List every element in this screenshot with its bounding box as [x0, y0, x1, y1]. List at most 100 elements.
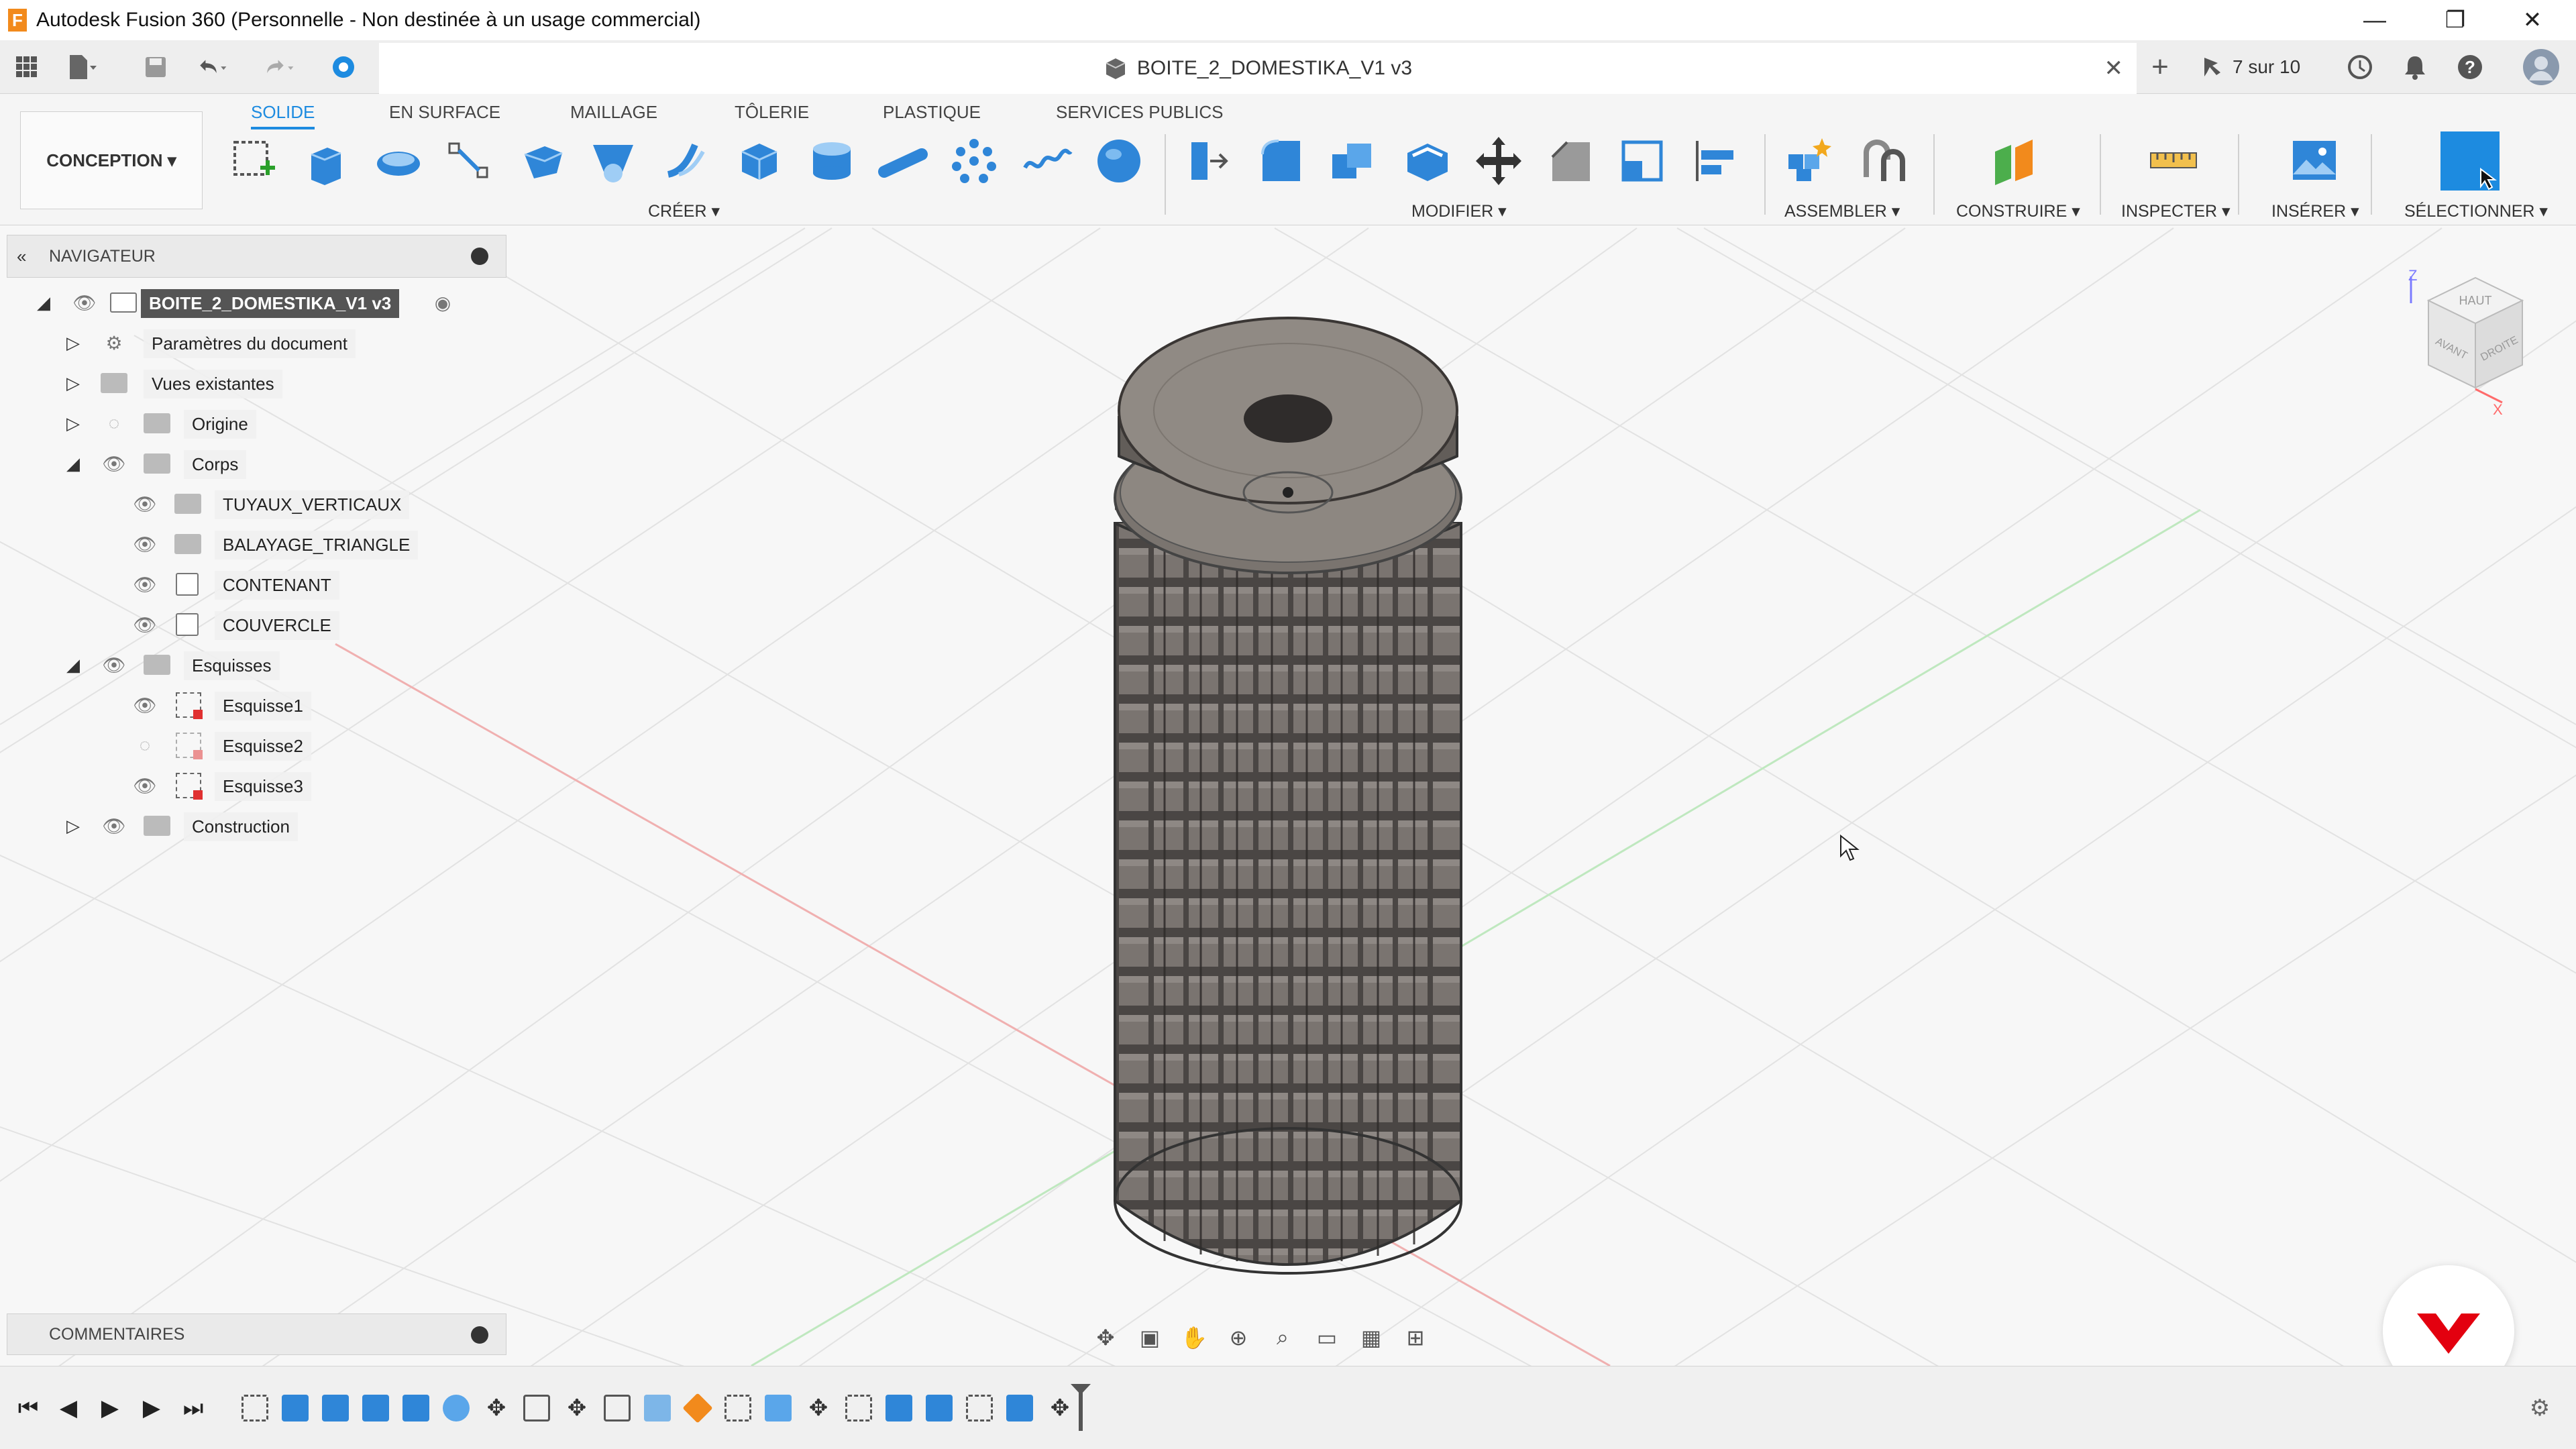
tree-item-contenant[interactable]: CONTENANT: [215, 568, 339, 602]
tree-item-vues-existantes[interactable]: Vues existantes: [144, 366, 282, 401]
hidden-eye-icon[interactable]: ◌: [101, 413, 127, 433]
tab-en-surface[interactable]: EN SURFACE: [389, 98, 500, 127]
coil-icon[interactable]: [1021, 134, 1075, 188]
sphere-icon[interactable]: [1092, 134, 1146, 188]
sweep-icon[interactable]: [443, 134, 496, 188]
tree-item-origine[interactable]: Origine: [184, 407, 256, 441]
tree-item-esquisses[interactable]: Esquisses: [184, 648, 280, 683]
visibility-eye-icon[interactable]: 👁: [131, 775, 158, 796]
timeline-move-icon[interactable]: ✥: [564, 1395, 590, 1421]
navigator-header[interactable]: « NAVIGATEUR: [7, 235, 506, 278]
create-sketch-icon[interactable]: [227, 134, 280, 188]
tab-tolerie[interactable]: TÔLERIE: [735, 98, 809, 127]
timeline-sketch-icon[interactable]: [724, 1395, 751, 1421]
panel-pin-icon[interactable]: [471, 248, 488, 265]
grid-settings-icon[interactable]: ▦: [1352, 1321, 1390, 1354]
expand-arrow-icon[interactable]: ▷: [63, 333, 83, 353]
group-creer-label[interactable]: CRÉER ▾: [648, 201, 720, 221]
tree-item-esquisse1[interactable]: Esquisse1: [215, 688, 311, 723]
active-radio-icon[interactable]: ◉: [429, 292, 456, 313]
tree-item-tuyaux-verticaux[interactable]: TUYAUX_VERTICAUX: [215, 487, 410, 522]
fillet-icon[interactable]: [1254, 134, 1308, 188]
measure-icon[interactable]: [2147, 134, 2200, 188]
cylinder-icon[interactable]: [805, 134, 859, 188]
timeline-combine-icon[interactable]: [926, 1395, 953, 1421]
pattern-icon[interactable]: [947, 134, 1001, 188]
zoom-icon[interactable]: ⊕: [1220, 1321, 1257, 1354]
tree-item-construction[interactable]: Construction: [184, 809, 298, 844]
data-panel-icon[interactable]: [329, 52, 358, 82]
visibility-eye-icon[interactable]: 👁: [71, 292, 98, 313]
tab-plastique[interactable]: PLASTIQUE: [883, 98, 981, 127]
group-modifier-label[interactable]: MODIFIER ▾: [1411, 201, 1507, 221]
orbit-icon[interactable]: ✥: [1087, 1321, 1124, 1354]
timeline-last-icon[interactable]: ⏭: [180, 1395, 207, 1421]
visibility-eye-icon[interactable]: 👁: [101, 655, 127, 676]
visibility-eye-icon[interactable]: 👁: [131, 494, 158, 515]
workspace-switcher[interactable]: CONCEPTION ▾: [20, 111, 203, 209]
shell-icon[interactable]: [1401, 134, 1454, 188]
tree-item-couvercle[interactable]: COUVERCLE: [215, 608, 339, 643]
align-icon[interactable]: [1688, 134, 1741, 188]
visibility-eye-icon[interactable]: 👁: [101, 453, 127, 474]
tree-item-esquisse3[interactable]: Esquisse3: [215, 769, 311, 804]
timeline-marker-head-icon[interactable]: [1071, 1384, 1091, 1395]
timeline-scale-icon[interactable]: [604, 1395, 631, 1421]
timeline-pipe-icon[interactable]: [443, 1395, 470, 1421]
visibility-eye-icon[interactable]: 👁: [131, 695, 158, 716]
joint-icon[interactable]: [1857, 134, 1911, 188]
zoom-window-icon[interactable]: ⌕: [1264, 1321, 1301, 1354]
combine-icon[interactable]: [1327, 134, 1381, 188]
timeline-play-icon[interactable]: ▶: [97, 1395, 123, 1421]
timeline-prev-icon[interactable]: ◀: [55, 1395, 82, 1421]
collapse-arrow-icon[interactable]: ◢: [34, 292, 54, 313]
timeline-move-icon[interactable]: ✥: [805, 1395, 832, 1421]
collapse-arrow-icon[interactable]: ◢: [63, 655, 83, 675]
redo-icon[interactable]: [265, 52, 294, 82]
visibility-eye-icon[interactable]: 👁: [101, 816, 127, 837]
help-icon[interactable]: ?: [2455, 52, 2485, 82]
scale-icon[interactable]: [1615, 134, 1669, 188]
close-button[interactable]: ✕: [2496, 0, 2569, 40]
close-tab-icon[interactable]: ✕: [2104, 55, 2124, 82]
job-status[interactable]: 7 sur 10: [2200, 52, 2300, 82]
timeline-sketch-icon[interactable]: [966, 1395, 993, 1421]
pan-hand-icon[interactable]: ✋: [1175, 1321, 1213, 1354]
rib-icon[interactable]: [586, 134, 640, 188]
offset-plane-icon[interactable]: [1988, 134, 2042, 188]
expand-arrow-icon[interactable]: ▷: [63, 373, 83, 393]
restore-button[interactable]: ❐: [2418, 0, 2492, 40]
expand-arrow-icon[interactable]: ▷: [63, 816, 83, 836]
timeline-move-icon[interactable]: ✥: [483, 1395, 510, 1421]
document-tab[interactable]: BOITE_2_DOMESTIKA_V1 v3 ✕: [379, 43, 2137, 94]
box-icon[interactable]: [733, 134, 786, 188]
tree-item-parametres[interactable]: Paramètres du document: [144, 326, 356, 361]
model-container[interactable]: [1114, 317, 1462, 1275]
timeline-scale-icon[interactable]: [523, 1395, 550, 1421]
timeline-extrude-icon[interactable]: [402, 1395, 429, 1421]
timeline-combine-icon[interactable]: [885, 1395, 912, 1421]
new-component-icon[interactable]: [1782, 134, 1835, 188]
timeline-first-icon[interactable]: ⏮: [15, 1395, 42, 1421]
tab-services-publics[interactable]: SERVICES PUBLICS: [1056, 98, 1224, 127]
group-inspecter-label[interactable]: INSPECTER ▾: [2121, 201, 2231, 221]
expand-arrow-icon[interactable]: ▷: [63, 413, 83, 433]
tree-root[interactable]: BOITE_2_DOMESTIKA_V1 v3: [141, 286, 400, 321]
display-settings-icon[interactable]: ▭: [1308, 1321, 1346, 1354]
timeline-extrude-icon[interactable]: [1006, 1395, 1033, 1421]
comments-panel[interactable]: COMMENTAIRES: [7, 1313, 506, 1355]
add-comment-icon[interactable]: [471, 1326, 488, 1344]
extrude-icon[interactable]: [298, 134, 352, 188]
pipe-icon[interactable]: [877, 134, 931, 188]
visibility-eye-icon[interactable]: 👁: [131, 534, 158, 555]
group-construire-label[interactable]: CONSTRUIRE ▾: [1956, 201, 2080, 221]
timeline-sweep-icon[interactable]: [765, 1395, 792, 1421]
press-pull-icon[interactable]: [1181, 134, 1234, 188]
timeline-settings-gear-icon[interactable]: ⚙: [2526, 1395, 2553, 1421]
new-tab-icon[interactable]: +: [2145, 50, 2175, 83]
group-assembler-label[interactable]: ASSEMBLER ▾: [1784, 201, 1900, 221]
timeline-sketch-icon[interactable]: [241, 1395, 268, 1421]
group-inserer-label[interactable]: INSÉRER ▾: [2271, 201, 2359, 221]
move-copy-icon[interactable]: [1472, 134, 1525, 188]
timeline-extrude-icon[interactable]: [282, 1395, 309, 1421]
